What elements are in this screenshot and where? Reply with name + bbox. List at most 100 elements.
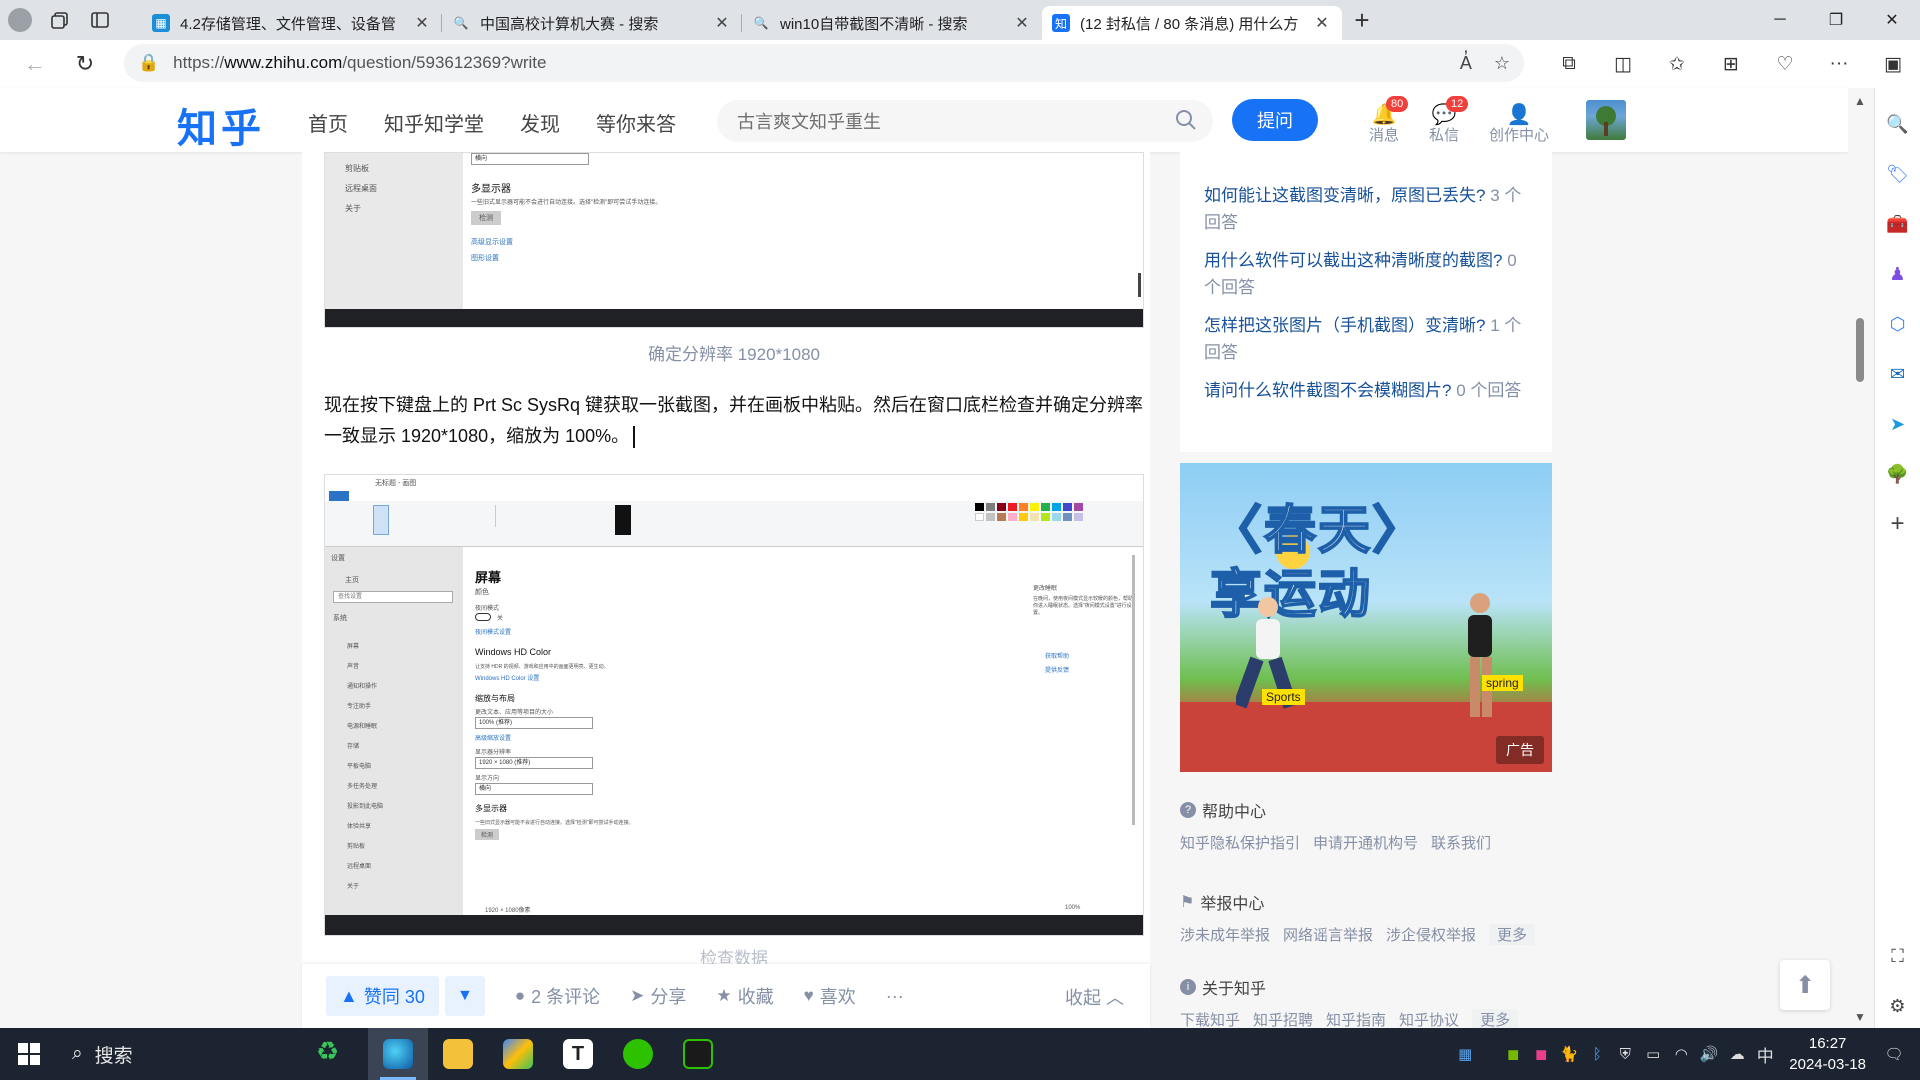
minor-report-link[interactable]: 涉未成年举报: [1180, 924, 1270, 945]
back-button[interactable]: ←: [10, 44, 60, 84]
taskbar-clock[interactable]: 16:27 2024-03-18: [1789, 1033, 1866, 1075]
toolbox-icon[interactable]: 🧰: [1884, 210, 1912, 238]
jobs-link[interactable]: 知乎招聘: [1253, 1009, 1313, 1030]
tray-pink-icon[interactable]: ◼: [1527, 1045, 1555, 1063]
settings-gear-icon[interactable]: ⚙: [1884, 992, 1912, 1020]
privacy-link[interactable]: 知乎隐私保护指引: [1180, 832, 1300, 853]
scrollbar-thumb[interactable]: [1856, 318, 1864, 382]
ad-banner[interactable]: 〈春天〉 享运动 Sports spring 广告: [1180, 463, 1552, 772]
related-question[interactable]: 怎样把这张图片（手机截图）变清晰? 1 个回答: [1204, 312, 1534, 366]
contact-link[interactable]: 联系我们: [1431, 832, 1491, 853]
comments-button[interactable]: ● 2 条评论: [515, 983, 600, 1009]
taskbar-search[interactable]: ⌕ 搜索: [58, 1041, 288, 1068]
more-actions-button[interactable]: ···: [886, 986, 904, 1007]
taskbar-terminal[interactable]: [668, 1028, 728, 1080]
browser-tab-active[interactable]: 知 (12 封私信 / 80 条消息) 用什么方 ✕: [1042, 6, 1342, 40]
more-menu-icon[interactable]: ···: [1812, 53, 1866, 75]
ad-label[interactable]: 广告: [1496, 736, 1544, 764]
search-icon[interactable]: 🔍: [1884, 110, 1912, 138]
add-icon[interactable]: +: [1884, 510, 1912, 538]
sidebar-toggle-icon[interactable]: ▣: [1866, 53, 1920, 76]
guide-link[interactable]: 知乎指南: [1326, 1009, 1386, 1030]
page-scrollbar[interactable]: ▲ ▼: [1848, 88, 1874, 1028]
tab-actions-button[interactable]: [80, 0, 120, 40]
minimize-button[interactable]: ─: [1752, 0, 1808, 40]
close-window-button[interactable]: ✕: [1864, 0, 1920, 40]
wifi-icon[interactable]: ◠: [1667, 1045, 1695, 1063]
refresh-button[interactable]: ↻: [60, 44, 110, 84]
image-caption[interactable]: 确定分辨率 1920*1080: [324, 340, 1144, 365]
related-question[interactable]: 用什么软件可以截出这种清晰度的截图? 0 个回答: [1204, 247, 1534, 301]
browser-tab[interactable]: ▦ 4.2存储管理、文件管理、设备管 ✕: [142, 6, 442, 40]
scroll-down-arrow-icon[interactable]: ▼: [1854, 1010, 1866, 1024]
taskbar-wechat[interactable]: [608, 1028, 668, 1080]
collapse-button[interactable]: 收起 ︿: [1065, 984, 1124, 1010]
zhihu-logo[interactable]: 知乎: [177, 96, 265, 154]
dm-button[interactable]: 💬 12 私信: [1414, 96, 1474, 145]
screenshot-icon[interactable]: ⛶: [1884, 942, 1912, 970]
close-tab-icon[interactable]: ✕: [712, 13, 732, 33]
tray-app-icon[interactable]: ▦: [1451, 1045, 1479, 1063]
org-account-link[interactable]: 申请开通机构号: [1313, 832, 1418, 853]
send-icon[interactable]: ➤: [1884, 410, 1912, 438]
close-tab-icon[interactable]: ✕: [1312, 13, 1332, 33]
favorites-icon[interactable]: ✩: [1650, 53, 1704, 76]
related-question[interactable]: 请问什么软件截图不会模糊图片? 0 个回答: [1204, 377, 1534, 404]
workspaces-button[interactable]: [40, 0, 80, 40]
outlook-icon[interactable]: ✉: [1884, 360, 1912, 388]
tag-icon[interactable]: 🏷: [1884, 160, 1912, 188]
bluetooth-icon[interactable]: ᛒ: [1583, 1046, 1611, 1063]
volume-icon[interactable]: 🔊: [1695, 1045, 1723, 1063]
taskbar-typora[interactable]: T: [548, 1028, 608, 1080]
split-screen-icon[interactable]: ◫: [1596, 53, 1650, 76]
favorite-star-icon[interactable]: ☆: [1494, 53, 1510, 74]
recycle-widget[interactable]: ♻: [288, 1028, 368, 1080]
download-link[interactable]: 下载知乎: [1180, 1009, 1240, 1030]
like-button[interactable]: ♥ 喜欢: [804, 983, 856, 1009]
user-avatar[interactable]: [1586, 100, 1626, 140]
copilot-icon[interactable]: ⬡: [1884, 310, 1912, 338]
search-icon[interactable]: [1175, 109, 1197, 131]
profile-button[interactable]: [0, 0, 40, 40]
onedrive-cloud-icon[interactable]: ☁: [1723, 1045, 1751, 1063]
nav-home[interactable]: 首页: [308, 108, 348, 137]
browser-tab[interactable]: 🔍 中国高校计算机大赛 - 搜索 ✕: [442, 6, 742, 40]
ime-indicator[interactable]: 中: [1751, 1042, 1779, 1067]
nav-discover[interactable]: 发现: [520, 108, 560, 137]
favorite-button[interactable]: ★ 收藏: [716, 983, 773, 1009]
back-to-top-button[interactable]: ⬆: [1780, 960, 1830, 1010]
new-tab-button[interactable]: +: [1342, 5, 1382, 36]
close-tab-icon[interactable]: ✕: [412, 13, 432, 33]
extensions-icon[interactable]: ⧉: [1542, 53, 1596, 75]
notification-icon[interactable]: 🗨: [1880, 1045, 1908, 1063]
nvidia-icon[interactable]: ◼: [1499, 1045, 1527, 1063]
browser-essentials-icon[interactable]: ♡: [1758, 53, 1812, 76]
creator-center-button[interactable]: 👤 创作中心: [1484, 102, 1554, 145]
tray-cat-icon[interactable]: 🐈: [1555, 1045, 1583, 1063]
nav-zhixuetang[interactable]: 知乎知学堂: [384, 108, 484, 137]
upvote-button[interactable]: ▲ 赞同 30: [326, 976, 439, 1016]
agreement-link[interactable]: 知乎协议: [1399, 1009, 1459, 1030]
taskbar-explorer[interactable]: [428, 1028, 488, 1080]
messages-button[interactable]: 🔔 80 消息: [1354, 96, 1414, 145]
read-aloud-icon[interactable]: A̓: [1460, 53, 1472, 74]
rumor-report-link[interactable]: 网络谣言举报: [1283, 924, 1373, 945]
scroll-up-arrow-icon[interactable]: ▲: [1854, 94, 1866, 108]
about-more-link[interactable]: 更多: [1472, 1009, 1519, 1030]
search-input[interactable]: 古言爽文知乎重生: [717, 100, 1213, 142]
start-button[interactable]: [0, 1028, 58, 1080]
restore-button[interactable]: ❐: [1808, 0, 1864, 40]
games-icon[interactable]: ♟: [1884, 260, 1912, 288]
taskbar-edge[interactable]: [368, 1028, 428, 1080]
downvote-button[interactable]: ▼: [444, 976, 485, 1016]
nav-waiting-answers[interactable]: 等你来答: [596, 108, 676, 137]
taskbar-app-diamond[interactable]: [488, 1028, 548, 1080]
collections-icon[interactable]: ⊞: [1704, 53, 1758, 76]
related-question[interactable]: 如何能让这截图变清晰，原图已丢失? 3 个回答: [1204, 182, 1534, 236]
report-more-link[interactable]: 更多: [1489, 924, 1536, 945]
address-bar[interactable]: 🔒 https://www.zhihu.com/question/5936123…: [124, 44, 1524, 82]
infringement-report-link[interactable]: 涉企侵权举报: [1386, 924, 1476, 945]
tree-icon[interactable]: 🌳: [1884, 460, 1912, 488]
battery-icon[interactable]: ▭: [1639, 1045, 1667, 1063]
close-tab-icon[interactable]: ✕: [1012, 13, 1032, 33]
